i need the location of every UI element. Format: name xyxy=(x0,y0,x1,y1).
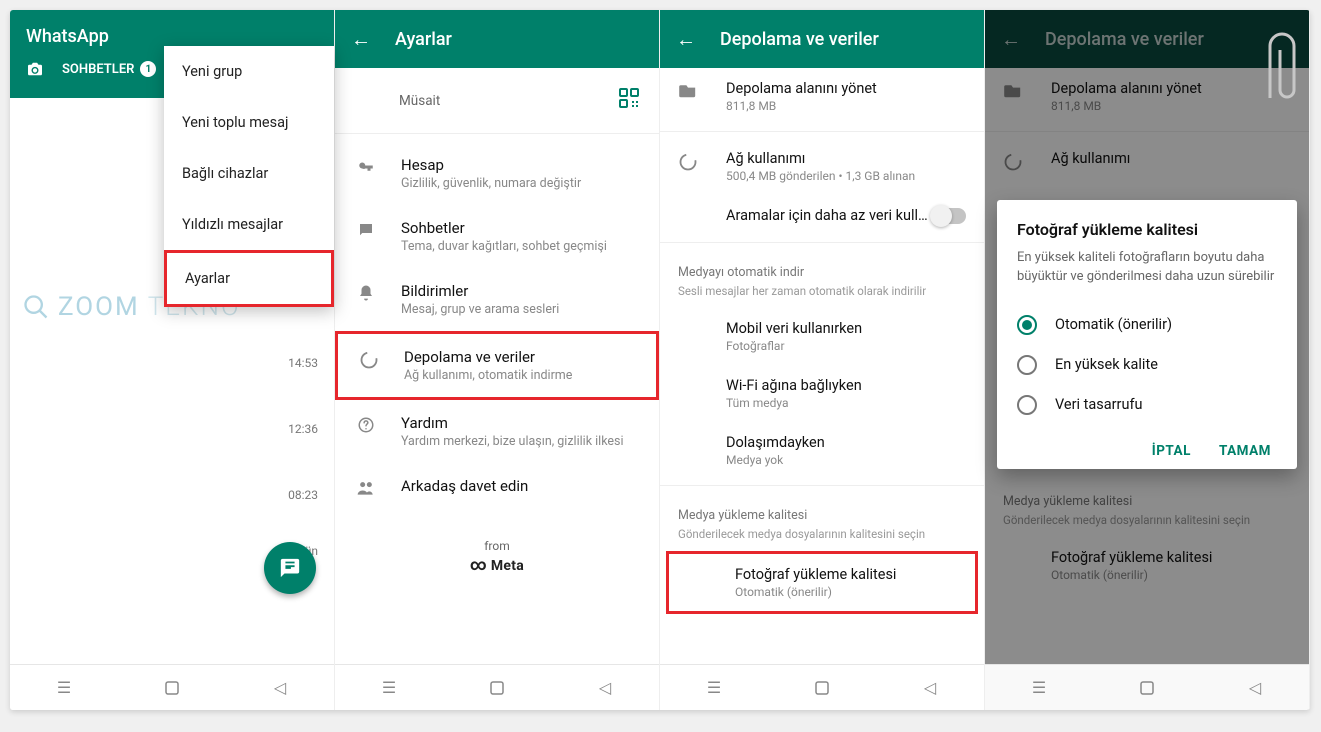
help-icon xyxy=(357,416,375,434)
recent-apps-icon[interactable]: ☰ xyxy=(55,679,73,697)
key-icon xyxy=(357,158,375,176)
recent-apps-icon[interactable]: ☰ xyxy=(380,679,398,697)
overflow-menu: Yeni grup Yeni toplu mesaj Bağlı cihazla… xyxy=(164,46,334,307)
cancel-button[interactable]: İPTAL xyxy=(1152,443,1191,459)
dialog-body: En yüksek kaliteli fotoğrafların boyutu … xyxy=(1017,249,1277,287)
screen-storage-dialog: ← Depolama ve veriler Depolama alanını y… xyxy=(985,10,1310,710)
chat-icon xyxy=(357,221,375,239)
network-usage[interactable]: Ağ kullanımı 500,4 MB gönderilen • 1,3 G… xyxy=(660,138,984,195)
back-icon[interactable]: ◁ xyxy=(1246,679,1264,697)
home-icon[interactable] xyxy=(1138,679,1156,697)
less-data-label: Aramalar için daha az veri kull… xyxy=(678,207,928,224)
screen-storage: ← Depolama ve veriler Depolama alanını y… xyxy=(660,10,985,710)
auto-download-title: Medyayı otomatik indir xyxy=(660,249,984,284)
from-meta: from ∞ Meta xyxy=(335,539,659,574)
screen-settings: ← Ayarlar Müsait Hesap Gizlilik, güvenli… xyxy=(335,10,660,710)
toggle-switch[interactable] xyxy=(932,208,966,224)
settings-storage[interactable]: Depolama ve veriler Ağ kullanımı, otomat… xyxy=(335,331,659,400)
storage-header: ← Depolama ve veriler xyxy=(660,10,984,68)
menu-starred[interactable]: Yıldızlı mesajlar xyxy=(164,199,334,250)
recent-apps-icon[interactable]: ☰ xyxy=(1030,679,1048,697)
settings-chats[interactable]: Sohbetler Tema, duvar kağıtları, sohbet … xyxy=(335,205,659,268)
home-icon[interactable] xyxy=(163,679,181,697)
chat-time: 14:53 xyxy=(288,356,318,370)
settings-header: ← Ayarlar xyxy=(335,10,659,68)
menu-linked-devices[interactable]: Bağlı cihazlar xyxy=(164,148,334,199)
chat-time: 12:36 xyxy=(288,422,318,436)
android-navbar: ☰ ◁ xyxy=(660,664,984,710)
magnify-icon xyxy=(22,293,50,321)
home-icon[interactable] xyxy=(813,679,831,697)
wifi-item[interactable]: Wi-Fi ağına bağlıyken Tüm medya xyxy=(660,365,984,422)
radio-label: En yüksek kalite xyxy=(1055,356,1158,373)
settings-invite[interactable]: Arkadaş davet edin xyxy=(335,463,659,511)
radio-label: Otomatik (önerilir) xyxy=(1055,316,1172,333)
back-icon[interactable]: ◁ xyxy=(921,679,939,697)
back-icon[interactable]: ◁ xyxy=(271,679,289,697)
data-icon xyxy=(678,152,698,172)
settings-notifications[interactable]: Bildirimler Mesaj, grup ve arama sesleri xyxy=(335,268,659,331)
radio-label: Veri tasarrufu xyxy=(1055,396,1143,413)
auto-download-sub: Sesli mesajlar her zaman otomatik olarak… xyxy=(660,284,984,308)
data-icon xyxy=(359,350,379,370)
paperclip-icon xyxy=(1256,28,1300,108)
home-icon[interactable] xyxy=(488,679,506,697)
back-arrow-icon[interactable]: ← xyxy=(351,27,371,52)
profile-row[interactable]: Müsait xyxy=(335,68,659,134)
back-icon[interactable]: ◁ xyxy=(596,679,614,697)
radio-icon[interactable] xyxy=(1017,395,1037,415)
camera-tab[interactable] xyxy=(26,62,44,86)
chats-tab-label: SOHBETLER xyxy=(62,62,134,77)
menu-broadcast[interactable]: Yeni toplu mesaj xyxy=(164,97,334,148)
chat-icon xyxy=(279,557,301,579)
roaming-item[interactable]: Dolaşımdayken Medya yok xyxy=(660,422,984,479)
screen-chats: WhatsApp SOHBETLER 1 Yeni grup Yeni topl… xyxy=(10,10,335,710)
settings-help[interactable]: Yardım Yardım merkezi, bize ulaşın, gizl… xyxy=(335,400,659,463)
item-title: Hesap xyxy=(401,156,581,174)
android-navbar: ☰ ◁ xyxy=(335,664,659,710)
profile-status: Müsait xyxy=(399,93,440,109)
photo-quality-item[interactable]: Fotoğraf yükleme kalitesi Otomatik (öner… xyxy=(666,551,978,614)
ok-button[interactable]: TAMAM xyxy=(1219,443,1271,459)
folder-icon xyxy=(678,82,698,98)
radio-best[interactable]: En yüksek kalite xyxy=(1017,345,1277,385)
bell-icon xyxy=(357,284,375,302)
people-icon xyxy=(356,479,376,497)
item-sub: Gizlilik, güvenlik, numara değiştir xyxy=(401,176,581,191)
upload-quality-sub: Gönderilecek medya dosyalarının kalitesi… xyxy=(660,527,984,551)
storage-title: Depolama ve veriler xyxy=(720,29,879,50)
chats-tab[interactable]: SOHBETLER 1 xyxy=(62,61,156,87)
camera-icon xyxy=(26,62,44,76)
chats-badge: 1 xyxy=(140,61,156,77)
back-arrow-icon[interactable]: ← xyxy=(676,27,696,52)
dialog-title: Fotoğraf yükleme kalitesi xyxy=(1017,220,1277,239)
less-data-toggle-row[interactable]: Aramalar için daha az veri kull… xyxy=(660,195,984,236)
qr-icon[interactable] xyxy=(617,86,641,115)
radio-icon[interactable] xyxy=(1017,315,1037,335)
new-chat-fab[interactable] xyxy=(264,542,316,594)
upload-quality-title: Medya yükleme kalitesi xyxy=(660,492,984,527)
recent-apps-icon[interactable]: ☰ xyxy=(705,679,723,697)
radio-auto[interactable]: Otomatik (önerilir) xyxy=(1017,305,1277,345)
android-navbar: ☰ ◁ xyxy=(985,664,1309,710)
settings-title: Ayarlar xyxy=(395,29,452,50)
settings-account[interactable]: Hesap Gizlilik, güvenlik, numara değişti… xyxy=(335,142,659,205)
mobile-data-item[interactable]: Mobil veri kullanırken Fotoğraflar xyxy=(660,308,984,365)
settings-list: Hesap Gizlilik, güvenlik, numara değişti… xyxy=(335,134,659,519)
manage-storage[interactable]: Depolama alanını yönet 811,8 MB xyxy=(660,68,984,125)
quality-dialog: Fotoğraf yükleme kalitesi En yüksek kali… xyxy=(997,200,1297,469)
radio-icon[interactable] xyxy=(1017,355,1037,375)
menu-settings[interactable]: Ayarlar xyxy=(164,250,334,307)
android-navbar: ☰ ◁ xyxy=(10,664,334,710)
app-title: WhatsApp xyxy=(26,26,318,47)
radio-saver[interactable]: Veri tasarrufu xyxy=(1017,385,1277,425)
chat-time: 08:23 xyxy=(288,488,318,502)
menu-new-group[interactable]: Yeni grup xyxy=(164,46,334,97)
